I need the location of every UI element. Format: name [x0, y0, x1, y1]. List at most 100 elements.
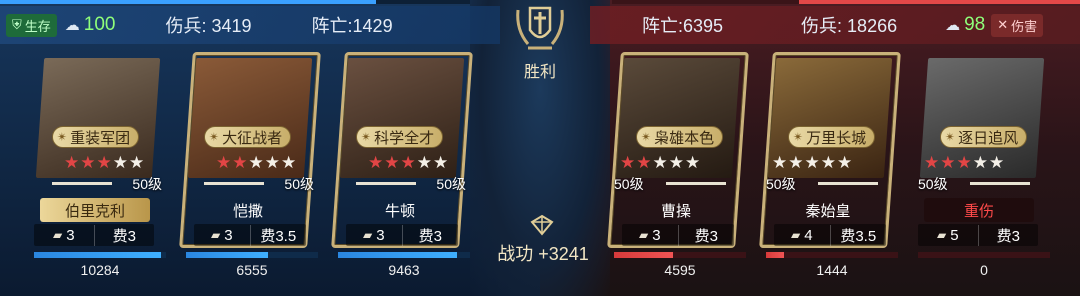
star-rating: ★★★★★ — [368, 153, 449, 173]
star-icon: ★ — [620, 153, 637, 172]
star-icon: ★ — [96, 153, 113, 172]
hero-name: 重伤 — [924, 198, 1034, 222]
left-morale: ☁ 100 — [64, 14, 116, 35]
star-icon: ★ — [248, 153, 265, 172]
star-icon: ★ — [433, 153, 450, 172]
star-icon: ★ — [685, 153, 702, 172]
troop-cost-row: ▰ 5 费3 — [918, 224, 1038, 246]
hero-name: 伯里克利 — [40, 198, 150, 222]
hero-hp-value: 4595 — [664, 262, 696, 278]
star-icon: ★ — [384, 153, 401, 172]
hero-hp-value: 6555 — [236, 262, 268, 278]
right-dead: 阵亡:6395 — [642, 16, 724, 36]
victory-emblem-icon — [516, 6, 564, 50]
star-rating: ★★★★★ — [620, 153, 701, 173]
hero-level: 50级 — [766, 176, 796, 192]
battle-result-label: 胜利 — [523, 64, 556, 81]
hero-hp-value: 10284 — [80, 262, 120, 278]
skill-icon: ✴ — [793, 130, 804, 144]
shield-icon: ⛨ — [12, 17, 22, 32]
close-icon: ✕ — [997, 17, 1009, 32]
skill-tag[interactable]: ✴ 枭雄本色 — [636, 126, 724, 148]
morale-icon: ☁ — [64, 17, 80, 34]
hero-hp-bar — [614, 252, 746, 258]
hero-level: 50级 — [614, 176, 644, 192]
star-icon: ★ — [112, 153, 129, 172]
left-dead: 阵亡:1429 — [311, 16, 393, 36]
left-total-hp-bar — [0, 0, 470, 4]
hero-cost: 费3.5 — [249, 224, 307, 246]
star-icon: ★ — [281, 153, 298, 172]
hero-card[interactable]: ✴ 逐日追风 ★★★★★ 50级 重伤 ▰ 5 费3 — [918, 52, 1046, 248]
troop-count: ▰ 4 — [790, 226, 813, 244]
level-bar — [666, 182, 726, 185]
hero-hp-value: 9463 — [388, 262, 420, 278]
troop-cost-row: ▰ 4 费3.5 — [774, 224, 886, 246]
star-icon: ★ — [820, 153, 837, 172]
hero-cost: 费3 — [401, 224, 459, 246]
troop-count: ▰ 3 — [210, 226, 233, 244]
morale-icon: ☁ — [945, 17, 961, 34]
star-icon: ★ — [940, 153, 957, 172]
level-bar — [970, 182, 1030, 185]
hero-level: 50级 — [436, 176, 466, 192]
troop-count: ▰ 3 — [52, 226, 75, 244]
hero-card[interactable]: ✴ 科学全才 ★★★★★ 50级 牛顿 ▰ 3 费3 — [331, 52, 473, 248]
unit-type-icon: ▰ — [936, 228, 947, 242]
troop-cost-row: ▰ 3 费3 — [346, 224, 458, 246]
hero-hp-bar — [34, 252, 166, 258]
star-icon: ★ — [416, 153, 433, 172]
left-wounded: 伤兵: 3419 — [165, 16, 252, 36]
hero-cost: 费3 — [677, 224, 735, 246]
skill-tag[interactable]: ✴ 万里长城 — [788, 126, 876, 148]
right-morale: ☁ 98 — [945, 14, 986, 35]
skill-icon: ✴ — [945, 130, 956, 144]
skill-tag[interactable]: ✴ 大征战者 — [204, 126, 292, 148]
hero-name: 曹操 — [660, 202, 691, 220]
hero-card[interactable]: ✴ 万里长城 ★★★★★ 50级 秦始皇 ▰ 4 费3.5 — [759, 52, 901, 248]
level-bar — [204, 182, 264, 185]
star-icon: ★ — [924, 153, 941, 172]
troop-cost-row: ▰ 3 费3 — [622, 224, 734, 246]
merit-value: 战功 +3241 — [497, 244, 589, 264]
troop-count: ▰ 5 — [936, 226, 959, 244]
skill-tag[interactable]: ✴ 逐日追风 — [940, 126, 1028, 148]
hero-card[interactable]: ✴ 大征战者 ★★★★★ 50级 恺撒 ▰ 3 费3.5 — [179, 52, 321, 248]
hero-hp-bar — [766, 252, 898, 258]
star-icon: ★ — [989, 153, 1006, 172]
star-icon: ★ — [232, 153, 249, 172]
star-icon: ★ — [400, 153, 417, 172]
star-rating: ★★★★★ — [772, 153, 853, 173]
unit-type-icon: ▰ — [210, 228, 221, 242]
unit-type-icon: ▰ — [362, 228, 373, 242]
left-summary-bar: ⛨ 生存 ☁ 100 伤兵: 3419 阵亡:1429 — [0, 6, 500, 44]
hero-card[interactable]: ✴ 重装军团 ★★★★★ 50级 伯里克利 ▰ 3 费3 — [34, 52, 162, 248]
star-icon: ★ — [788, 153, 805, 172]
troop-cost-row: ▰ 3 费3 — [34, 224, 154, 246]
skill-tag[interactable]: ✴ 科学全才 — [356, 126, 444, 148]
alive-badge: ⛨ 生存 — [6, 13, 57, 37]
hero-hp-bar — [918, 252, 1050, 258]
hero-hp-bar — [186, 252, 318, 258]
star-icon: ★ — [804, 153, 821, 172]
right-total-hp-bar — [612, 0, 1080, 4]
hero-cost: 费3 — [93, 224, 155, 246]
skill-tag[interactable]: ✴ 重装军团 — [52, 126, 140, 148]
troop-cost-row: ▰ 3 费3.5 — [194, 224, 306, 246]
star-icon: ★ — [216, 153, 233, 172]
hero-card[interactable]: ✴ 枭雄本色 ★★★★★ 50级 曹操 ▰ 3 费3 — [607, 52, 749, 248]
hero-hp-value: 1444 — [816, 262, 848, 278]
merit-icon — [530, 214, 554, 236]
star-icon: ★ — [64, 153, 81, 172]
hero-name: 秦始皇 — [805, 202, 851, 220]
hero-hp-bar — [338, 252, 470, 258]
level-bar — [356, 182, 416, 185]
unit-type-icon: ▰ — [638, 228, 649, 242]
star-icon: ★ — [956, 153, 973, 172]
star-icon: ★ — [129, 153, 146, 172]
damage-badge[interactable]: ✕ 伤害 — [991, 13, 1044, 37]
skill-icon: ✴ — [641, 130, 652, 144]
level-bar — [52, 182, 112, 185]
star-icon: ★ — [652, 153, 669, 172]
star-rating: ★★★★★ — [924, 153, 1005, 173]
